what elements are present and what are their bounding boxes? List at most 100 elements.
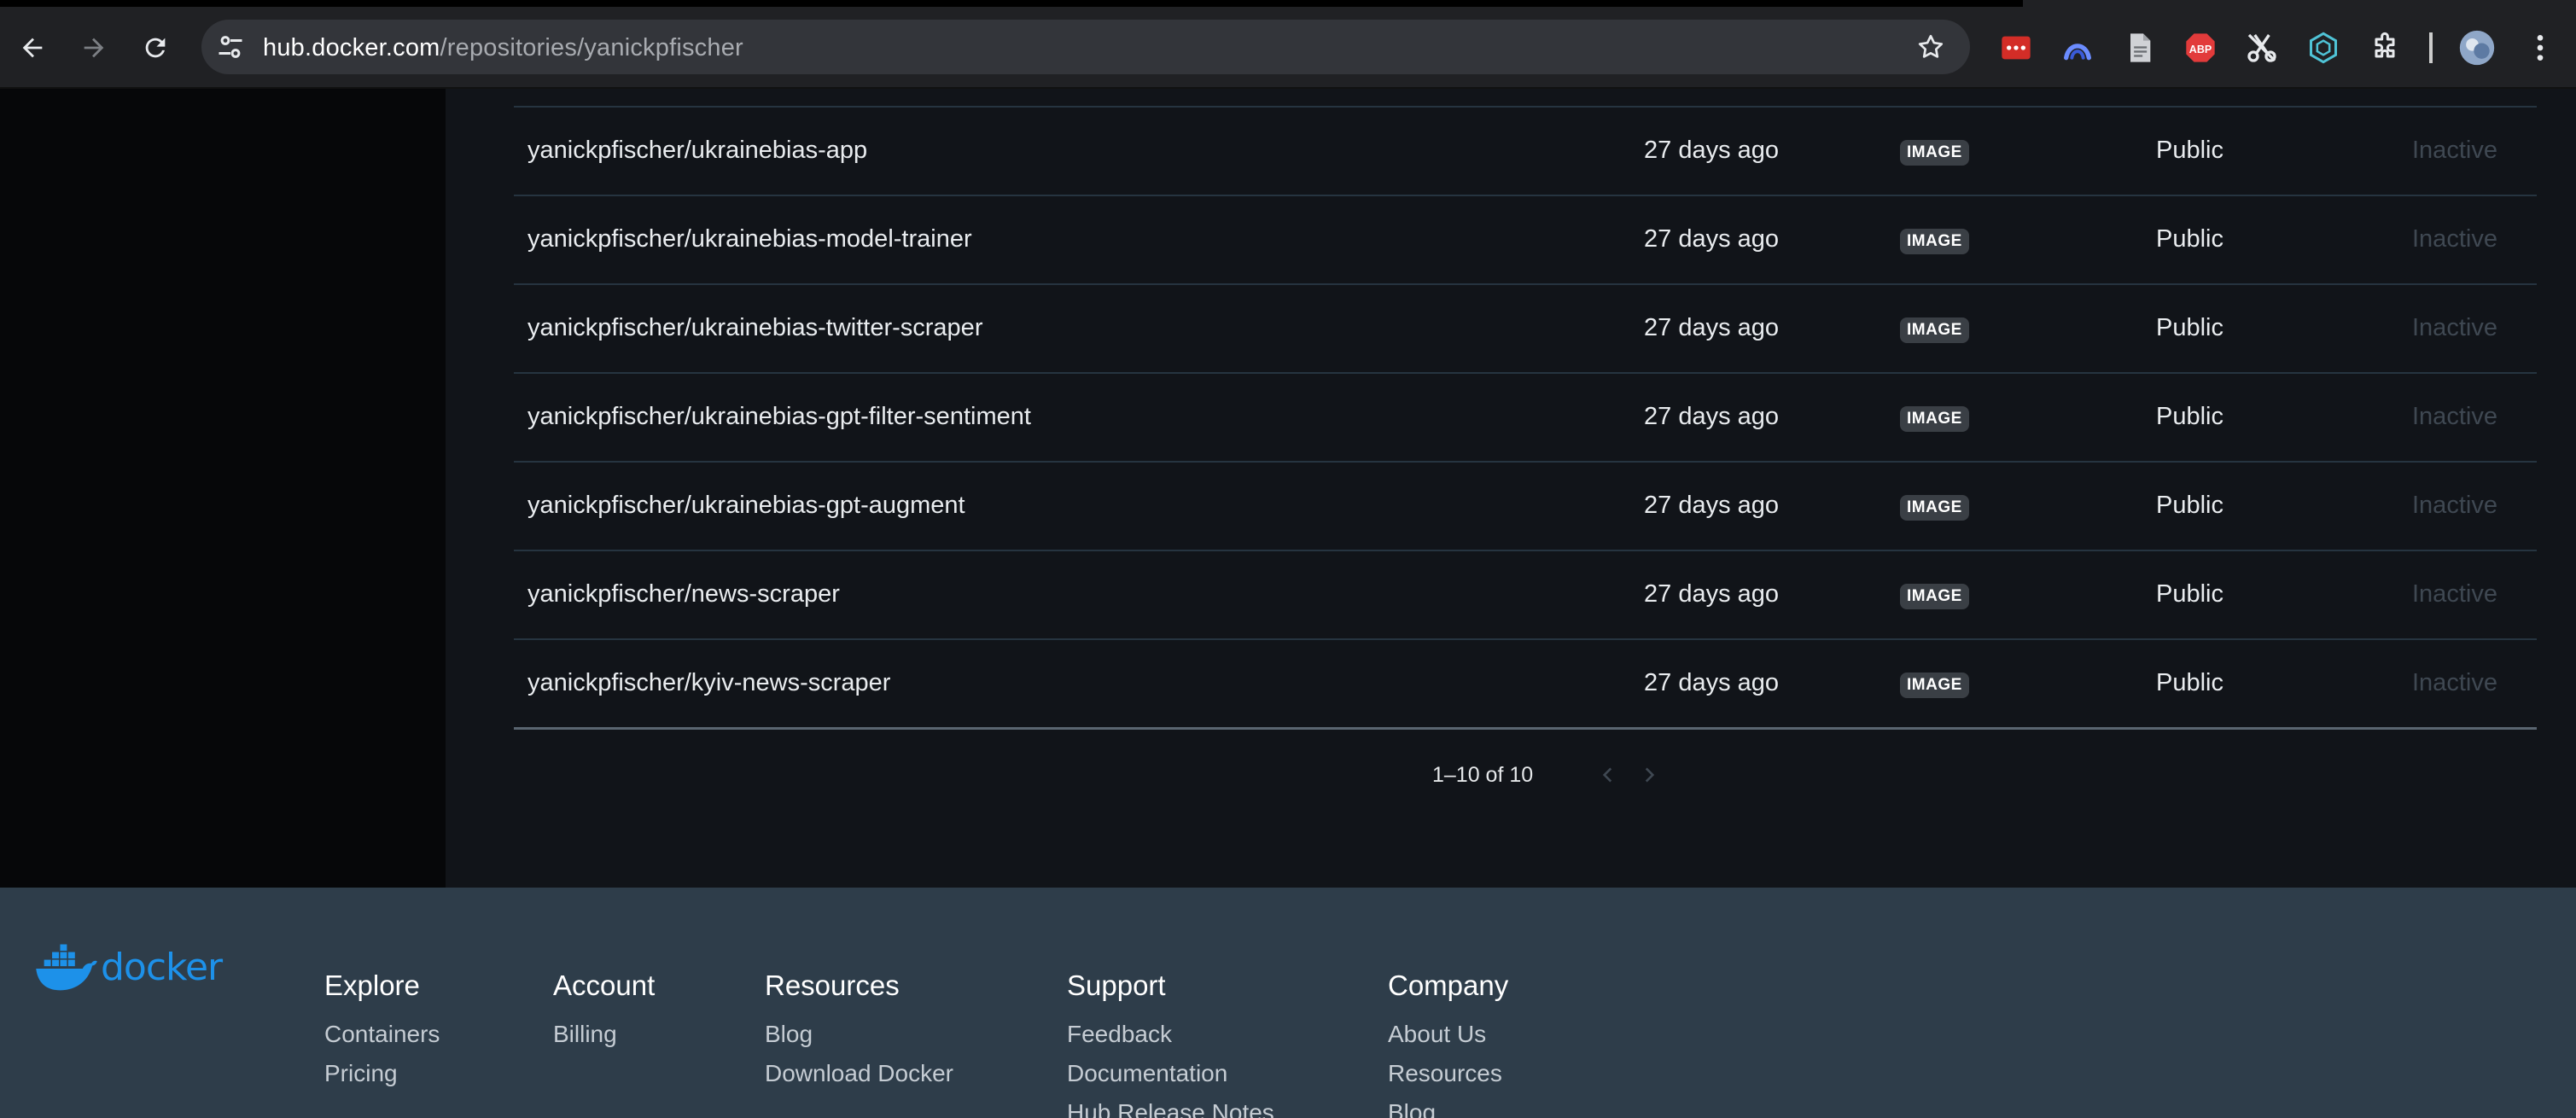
browser-menu-button[interactable] — [2523, 31, 2557, 65]
arc-icon — [2064, 44, 2091, 61]
footer-column-account: Account Billing — [553, 970, 655, 1060]
scout-status: Inactive — [2412, 492, 2497, 519]
extension-adblock-plus[interactable]: ABP — [2183, 31, 2218, 65]
svg-text:ABP: ABP — [2189, 44, 2212, 55]
docker-whale-icon — [36, 944, 97, 991]
kebab-menu-icon — [2537, 35, 2544, 61]
footer-column-company: Company About Us Resources Blog — [1388, 970, 1508, 1118]
previous-page-button[interactable] — [1591, 758, 1625, 792]
scout-status: Inactive — [2412, 314, 2497, 341]
table-row[interactable]: yanickpfischer/ukrainebias-gpt-filter-se… — [514, 374, 2537, 463]
docker-logo[interactable]: docker — [34, 940, 223, 995]
forward-button[interactable] — [72, 26, 116, 70]
footer-link[interactable]: Containers — [324, 1021, 440, 1048]
footer-column-support: Support Feedback Documentation Hub Relea… — [1067, 970, 1274, 1118]
extension-scissors[interactable] — [2245, 31, 2279, 65]
last-pushed: 27 days ago — [1644, 580, 1780, 608]
docker-wordmark: docker — [101, 946, 223, 989]
extension-lastpass[interactable] — [1999, 31, 2033, 65]
visibility-label: Public — [2156, 225, 2223, 253]
repo-name-link[interactable]: yanickpfischer/news-scraper — [527, 580, 840, 608]
footer-link[interactable]: Feedback — [1067, 1021, 1274, 1048]
lastpass-icon — [2002, 36, 2031, 60]
puzzle-piece-icon — [2375, 32, 2395, 58]
extensions-menu-button[interactable] — [2368, 31, 2402, 65]
repo-name-link[interactable]: yanickpfischer/ukrainebias-app — [527, 137, 867, 165]
extension-document[interactable] — [2122, 31, 2156, 65]
scout-status: Inactive — [2412, 669, 2497, 696]
back-button[interactable] — [10, 26, 55, 70]
footer-link[interactable]: Billing — [553, 1021, 655, 1048]
repo-name-link[interactable]: yanickpfischer/ukrainebias-model-trainer — [527, 225, 972, 253]
content-type-badge: IMAGE — [1900, 584, 1969, 609]
table-row[interactable]: yanickpfischer/ukrainebias-twitter-scrap… — [514, 285, 2537, 374]
site-footer: docker Explore Containers Pricing Accoun… — [0, 888, 2576, 1118]
sidebar — [0, 89, 446, 888]
content-type-badge: IMAGE — [1900, 229, 1969, 254]
extension-arc[interactable] — [2060, 31, 2095, 65]
url-text[interactable]: hub.docker.com/repositories/yanickpfisch… — [263, 34, 743, 62]
extension-hexagon[interactable] — [2306, 31, 2340, 65]
browser-toolbar: hub.docker.com/repositories/yanickpfisch… — [0, 0, 2576, 89]
footer-link[interactable]: Pricing — [324, 1060, 440, 1087]
footer-column-resources: Resources Blog Download Docker — [765, 970, 953, 1099]
table-row[interactable]: yanickpfischer/ukrainebias-app 27 days a… — [514, 108, 2537, 196]
footer-link[interactable]: Resources — [1388, 1060, 1508, 1087]
tab-strip — [0, 0, 2023, 7]
site-settings-icon[interactable] — [215, 32, 246, 62]
chevron-left-icon — [1602, 767, 1612, 783]
reload-icon — [145, 38, 166, 58]
footer-heading: Company — [1388, 970, 1509, 1001]
visibility-label: Public — [2156, 137, 2223, 164]
footer-link[interactable]: Blog — [765, 1021, 953, 1048]
arrow-left-icon — [22, 38, 43, 58]
footer-heading: Support — [1067, 970, 1166, 1001]
visibility-label: Public — [2156, 492, 2223, 519]
content-type-badge: IMAGE — [1900, 673, 1969, 698]
last-pushed: 27 days ago — [1644, 669, 1780, 696]
table-row[interactable]: yanickpfischer/news-scraper 27 days ago … — [514, 551, 2537, 640]
last-pushed: 27 days ago — [1644, 314, 1780, 341]
footer-link[interactable]: About Us — [1388, 1021, 1508, 1048]
reload-button[interactable] — [133, 26, 178, 70]
footer-heading: Account — [553, 970, 656, 1001]
repo-name-link[interactable]: yanickpfischer/ukrainebias-twitter-scrap… — [527, 314, 982, 342]
table-row[interactable]: yanickpfischer/ukrainebias-gpt-augment 2… — [514, 463, 2537, 551]
url-host: hub.docker.com — [263, 34, 440, 61]
last-pushed: 27 days ago — [1644, 225, 1780, 253]
hexagon-icon — [2310, 32, 2337, 64]
footer-link[interactable]: Documentation — [1067, 1060, 1274, 1087]
scout-status: Inactive — [2412, 225, 2497, 253]
repositories-panel: yanickpfischer/ukrainebias-app 27 days a… — [446, 89, 2576, 888]
content-type-badge: IMAGE — [1900, 140, 1969, 166]
last-pushed: 27 days ago — [1644, 403, 1780, 430]
bookmark-star-icon[interactable] — [1915, 32, 1946, 62]
address-bar[interactable]: hub.docker.com/repositories/yanickpfisch… — [201, 20, 1970, 74]
footer-link[interactable]: Blog — [1388, 1099, 1508, 1118]
scout-status: Inactive — [2412, 137, 2497, 164]
visibility-label: Public — [2156, 314, 2223, 341]
avatar-icon — [2459, 30, 2495, 66]
scout-status: Inactive — [2412, 580, 2497, 608]
visibility-label: Public — [2156, 580, 2223, 608]
url-path: /repositories/yanickpfischer — [440, 34, 743, 61]
footer-link[interactable]: Download Docker — [765, 1060, 953, 1087]
next-page-button[interactable] — [1632, 758, 1666, 792]
pagination-label: 1–10 of 10 — [1432, 763, 1534, 787]
content-type-badge: IMAGE — [1900, 317, 1969, 343]
scissors-icon — [2247, 33, 2276, 62]
toolbar-separator — [2429, 32, 2433, 63]
last-pushed: 27 days ago — [1644, 137, 1780, 164]
repo-name-link[interactable]: yanickpfischer/ukrainebias-gpt-filter-se… — [527, 403, 1031, 431]
content-type-badge: IMAGE — [1900, 406, 1969, 432]
table-row[interactable]: yanickpfischer/ukrainebias-model-trainer… — [514, 196, 2537, 285]
chevron-right-icon — [1645, 767, 1655, 783]
visibility-label: Public — [2156, 669, 2223, 696]
repo-name-link[interactable]: yanickpfischer/kyiv-news-scraper — [527, 669, 890, 697]
table-row[interactable]: yanickpfischer/kyiv-news-scraper 27 days… — [514, 640, 2537, 729]
repo-name-link[interactable]: yanickpfischer/ukrainebias-gpt-augment — [527, 492, 965, 520]
footer-link[interactable]: Hub Release Notes — [1067, 1099, 1274, 1118]
footer-column-explore: Explore Containers Pricing — [324, 970, 440, 1099]
profile-avatar[interactable] — [2458, 29, 2496, 67]
content-type-badge: IMAGE — [1900, 495, 1969, 521]
